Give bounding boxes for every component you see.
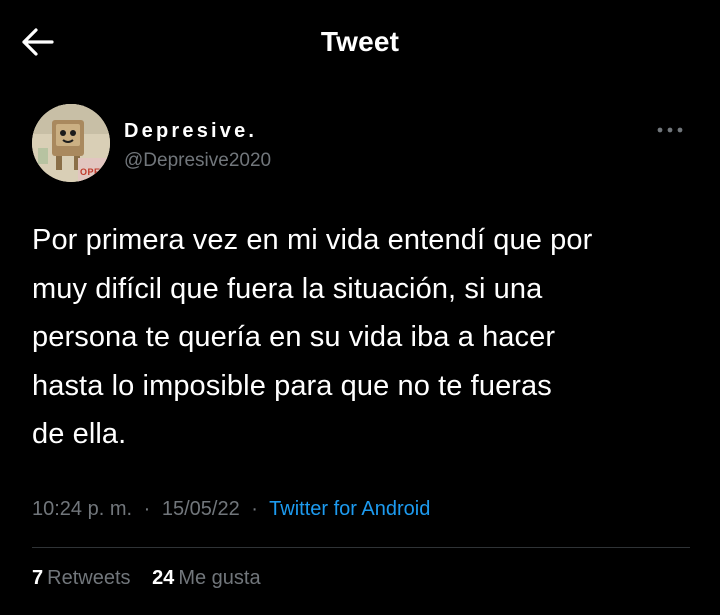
tweet-time[interactable]: 10:24 p. m.: [32, 498, 132, 520]
tweet-date[interactable]: 15/05/22: [162, 498, 240, 520]
author-display-name[interactable]: Depresive.: [124, 120, 257, 143]
tweet-source-link[interactable]: Twitter for Android: [269, 498, 430, 520]
meta-separator: ·: [143, 498, 151, 520]
page-title: Tweet: [320, 26, 400, 57]
retweets-label: Retweets: [47, 567, 131, 589]
more-horizontal-icon: [657, 127, 683, 133]
avatar[interactable]: OPE: [32, 104, 110, 182]
avatar-badge-text: OPE: [80, 167, 101, 177]
retweets-count: 7: [32, 567, 44, 589]
meta-separator: ·: [251, 498, 258, 520]
retweets-stat[interactable]: 7 Retweets: [32, 567, 131, 590]
likes-count: 24: [152, 567, 175, 589]
divider: [32, 547, 690, 548]
likes-label: Me gusta: [178, 567, 261, 589]
top-bar: Tweet: [0, 0, 720, 88]
more-options-button[interactable]: [652, 120, 688, 140]
tweet-text: Por primera vez en mi vida entendí que p…: [32, 224, 593, 450]
tweet-author: OPE Depresive. @Depresive2020: [32, 104, 692, 188]
tweet-meta: 10:24 p. m. · 15/05/22 · Twitter for And…: [32, 498, 430, 521]
likes-stat[interactable]: 24 Me gusta: [152, 567, 261, 590]
tweet-stats: 7 Retweets 24 Me gusta: [32, 567, 277, 590]
author-handle[interactable]: @Depresive2020: [124, 150, 271, 172]
